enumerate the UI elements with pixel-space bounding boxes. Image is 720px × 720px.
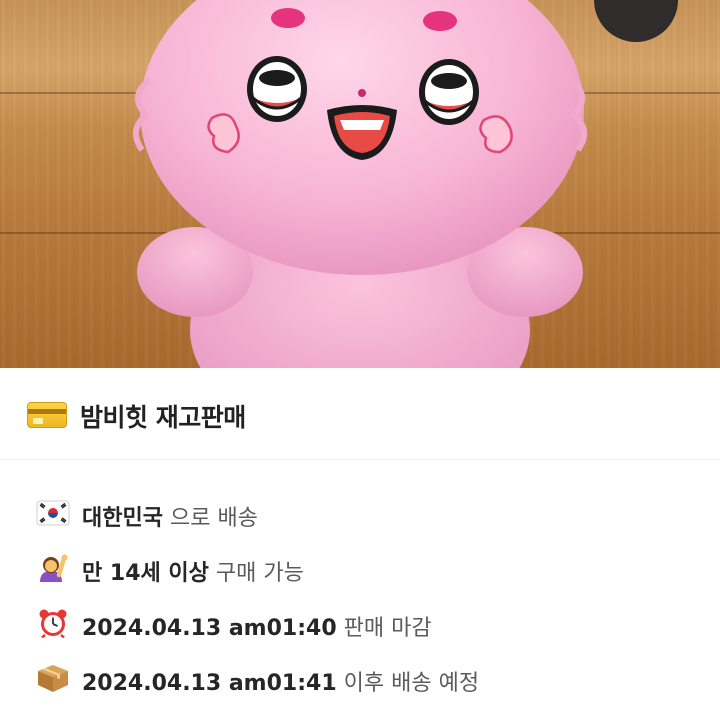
delivery-datetime: 2024.04.13 am01:41	[82, 671, 337, 696]
shipping-label: 으로 배송	[169, 506, 258, 531]
listing-title: 밤비힛 재고판매	[80, 403, 246, 432]
listing-title-row: 밤비힛 재고판매	[0, 368, 720, 460]
deadline-datetime: 2024.04.13 am01:40	[82, 616, 337, 641]
credit-card-icon	[27, 402, 67, 428]
deadline-label: 판매 마감	[343, 616, 432, 641]
delivery-label: 이후 배송 예정	[343, 671, 480, 696]
raising-hand-icon	[40, 554, 68, 582]
age-requirement: 만 14세 이상	[82, 561, 209, 586]
plush-doll	[133, 0, 587, 368]
product-photo	[0, 0, 720, 368]
age-label: 구매 가능	[215, 561, 304, 586]
package-icon	[38, 665, 68, 692]
korea-flag-icon	[36, 500, 70, 526]
shipping-country: 대한민국	[82, 506, 163, 531]
alarm-clock-icon	[39, 609, 67, 638]
